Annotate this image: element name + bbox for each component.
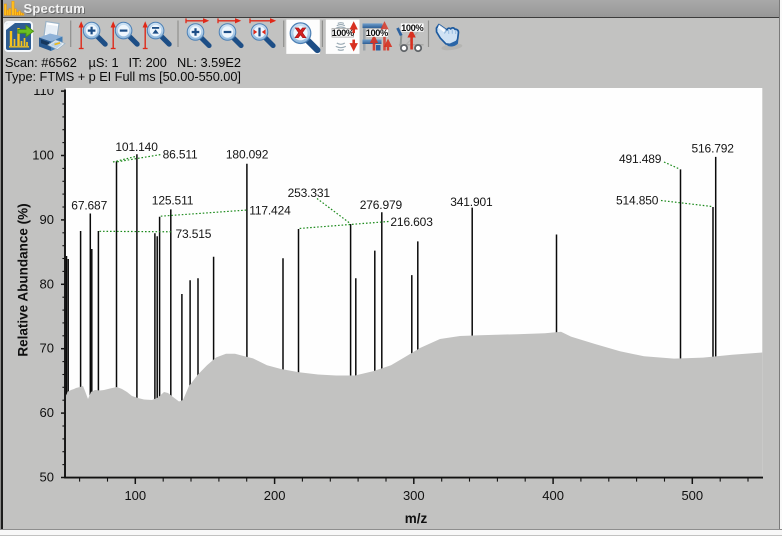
svg-text:100: 100 [32, 148, 54, 163]
svg-text:100: 100 [124, 488, 146, 503]
svg-text:300: 300 [403, 488, 425, 503]
svg-text:Relative Abundance (%): Relative Abundance (%) [16, 203, 31, 356]
svg-text:516.792: 516.792 [692, 141, 735, 155]
svg-text:101.140: 101.140 [115, 140, 158, 154]
svg-text:67.687: 67.687 [71, 199, 107, 213]
svg-text:80: 80 [40, 276, 54, 291]
svg-text:500: 500 [681, 488, 703, 503]
svg-text:400: 400 [542, 488, 564, 503]
svg-text:100%: 100% [366, 28, 389, 38]
svg-text:180.092: 180.092 [226, 148, 269, 162]
svg-text:100%: 100% [332, 28, 355, 38]
svg-text:117.424: 117.424 [249, 204, 291, 218]
svg-text:60: 60 [40, 405, 54, 420]
svg-text:125.511: 125.511 [152, 194, 194, 208]
svg-text:86.511: 86.511 [163, 148, 198, 162]
svg-text:70: 70 [40, 341, 54, 356]
svg-text:253.331: 253.331 [288, 186, 331, 200]
svg-text:200: 200 [264, 488, 286, 503]
svg-text:90: 90 [40, 212, 54, 227]
svg-text:50: 50 [40, 470, 54, 485]
svg-text:100%: 100% [401, 23, 424, 33]
svg-text:216.603: 216.603 [390, 215, 433, 229]
svg-text:276.979: 276.979 [360, 198, 403, 212]
svg-text:491.489: 491.489 [619, 152, 662, 166]
svg-text:514.850: 514.850 [616, 194, 659, 208]
svg-text:m/z: m/z [405, 511, 428, 526]
svg-text:73.515: 73.515 [176, 227, 212, 241]
svg-text:341.901: 341.901 [450, 195, 493, 209]
